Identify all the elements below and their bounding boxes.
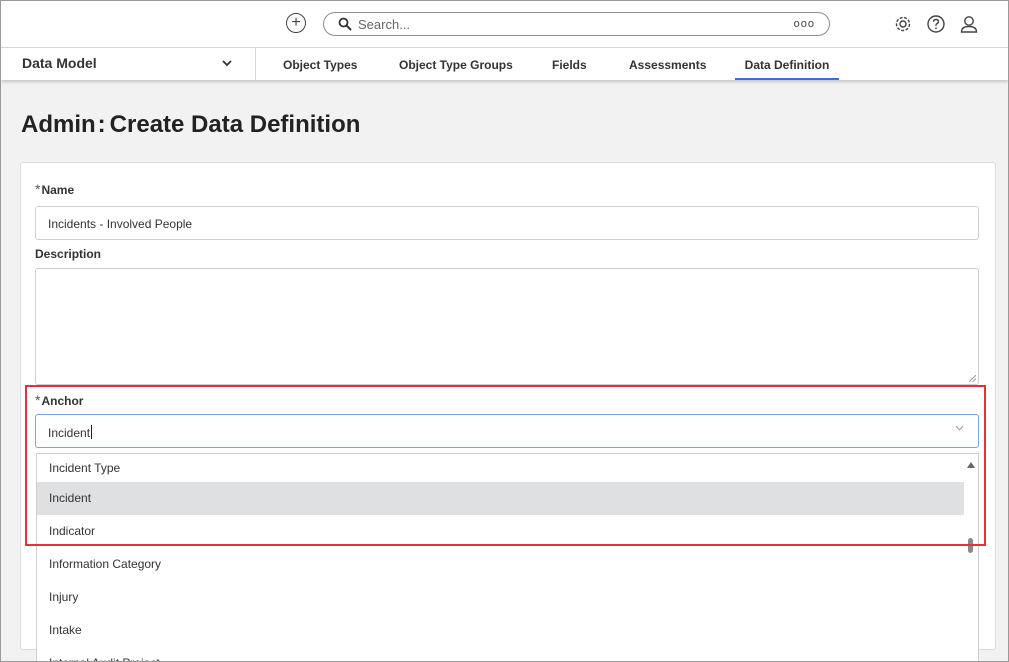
dropdown-option[interactable]: Intake	[37, 614, 965, 647]
search-placeholder: Search...	[358, 17, 411, 32]
dropdown-option[interactable]: Indicator	[37, 515, 965, 548]
name-label-text: Name	[41, 183, 75, 197]
required-mark: *	[35, 392, 41, 408]
dropdown-option[interactable]: Injury	[37, 581, 965, 614]
page-title-main: Create Data Definition	[109, 111, 361, 138]
page-title: Admin: Create Data Definition	[21, 111, 360, 139]
tab-assessments[interactable]: Assessments	[629, 48, 706, 80]
data-model-nav: Data Model Object Types Object Type Grou…	[1, 47, 1008, 80]
text-caret	[91, 425, 93, 439]
help-icon[interactable]	[926, 14, 946, 34]
dropdown-option[interactable]: Internal Audit Project	[37, 647, 965, 661]
page-title-prefix: Admin	[21, 111, 96, 138]
top-bar: + Search... ooo	[1, 1, 1008, 47]
anchor-select-input[interactable]: Incident	[35, 414, 979, 448]
nav-section-title[interactable]: Data Model	[22, 55, 97, 71]
app-window: + Search... ooo Data Model Object Types …	[0, 0, 1009, 662]
anchor-dropdown-list: Incident Type Incident Indicator Informa…	[36, 453, 979, 661]
dropdown-option[interactable]: Incident Type	[37, 454, 965, 485]
scrollbar[interactable]	[964, 454, 978, 661]
gear-icon[interactable]	[893, 14, 913, 34]
anchor-label-text: Anchor	[41, 394, 84, 408]
name-field-value: Incidents - Involved People	[48, 217, 193, 231]
name-label: *Name	[35, 181, 74, 197]
dropdown-option-selected[interactable]: Incident	[37, 482, 965, 515]
tab-data-definition[interactable]: Data Definition	[735, 48, 839, 80]
scrollbar-thumb[interactable]	[968, 538, 973, 553]
page-title-separator: :	[97, 111, 106, 138]
chevron-down-icon[interactable]	[221, 58, 233, 68]
description-field[interactable]	[35, 268, 979, 385]
tab-object-types[interactable]: Object Types	[283, 48, 357, 80]
scroll-up-arrow-icon[interactable]	[967, 462, 975, 468]
resize-grip-icon[interactable]	[969, 375, 976, 382]
anchor-input-value: Incident	[48, 425, 93, 440]
more-options-icon[interactable]: ooo	[794, 18, 815, 30]
name-field[interactable]: Incidents - Involved People	[35, 206, 979, 240]
dropdown-option[interactable]: Information Category	[37, 548, 965, 581]
description-label: Description	[35, 247, 102, 261]
search-icon	[338, 17, 352, 31]
anchor-label: *Anchor	[35, 392, 83, 408]
user-icon[interactable]	[959, 14, 979, 34]
required-mark: *	[35, 181, 41, 197]
anchor-typed-text: Incident	[48, 426, 91, 440]
search-input[interactable]: Search... ooo	[323, 12, 830, 36]
tab-fields[interactable]: Fields	[552, 48, 587, 80]
plus-circle-icon[interactable]: +	[286, 13, 306, 33]
nav-divider	[255, 48, 256, 80]
tab-object-type-groups[interactable]: Object Type Groups	[399, 48, 513, 80]
chevron-down-icon[interactable]	[955, 425, 964, 431]
